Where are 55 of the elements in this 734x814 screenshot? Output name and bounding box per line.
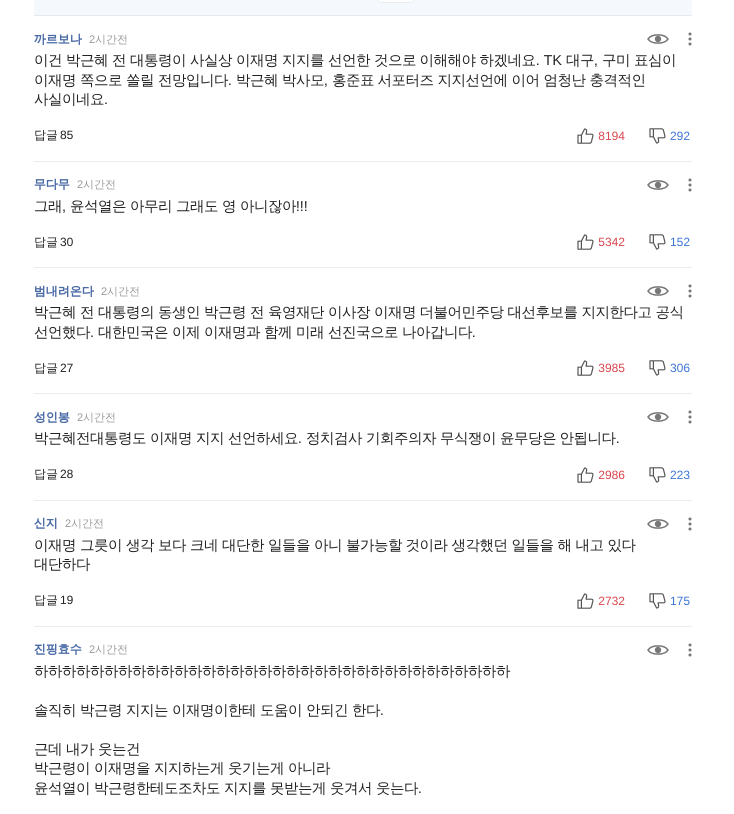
dislike-button[interactable]: 175	[648, 592, 690, 608]
comment-time: 2시간전	[77, 410, 116, 424]
author-name[interactable]: 신지	[34, 515, 58, 532]
thumbs-down-icon	[648, 466, 666, 482]
reply-button[interactable]: 답글 27	[34, 360, 74, 376]
like-button[interactable]: 2986	[577, 466, 625, 482]
author-name[interactable]: 까르보나	[34, 30, 82, 48]
eye-icon[interactable]	[647, 410, 669, 424]
comment-time: 2시간전	[89, 643, 128, 657]
more-icon[interactable]	[688, 284, 692, 298]
author-name[interactable]: 무다무	[34, 176, 70, 193]
thumbs-up-icon	[577, 128, 594, 144]
author-name[interactable]: 성인봉	[34, 408, 70, 426]
eye-icon[interactable]	[647, 642, 669, 656]
thumbs-down-icon	[648, 360, 666, 376]
eye-icon[interactable]	[647, 284, 669, 298]
more-icon[interactable]	[688, 516, 692, 530]
thumbs-up-icon	[577, 466, 594, 482]
dislike-button[interactable]: 152	[648, 234, 690, 250]
comment-text: 하하하하하하하하하하하하하하하하하하하하하하하하하하하하하하하하하하 솔직히 박근령 지지는 이재명이한테 도움이 안되긴 한다. 근데 내가 웃는건 박근령이 이재명을 지지하는게 웃기는게 아니라 윤석열이 박근령한테도조차도 지지를 못받는게 웃겨서 웃는다.	[34, 662, 512, 798]
thumbs-down-icon	[648, 592, 666, 608]
reply-button[interactable]: 답글 19	[34, 592, 74, 609]
reply-button[interactable]: 답글 85	[34, 127, 74, 144]
comment-text: 박근혜전대통령도 이재명 지지 선언하세요. 정치검사 기회주의자 무식쟁이 윤무당은 안됩니다.	[34, 430, 621, 449]
like-button[interactable]: 8194	[577, 128, 625, 144]
like-button[interactable]: 5342	[577, 234, 625, 250]
more-icon[interactable]	[688, 642, 692, 656]
more-icon[interactable]	[688, 410, 692, 424]
thumbs-up-icon	[577, 234, 594, 250]
comment-time: 2시간전	[65, 517, 104, 531]
eye-icon[interactable]	[647, 516, 669, 530]
eye-icon[interactable]	[647, 32, 669, 46]
comment-time: 2시간전	[101, 284, 140, 298]
thumbs-down-icon	[648, 128, 666, 144]
comment-time: 2시간전	[77, 178, 116, 192]
thumbs-down-icon	[648, 234, 666, 250]
like-button[interactable]: 2732	[577, 592, 625, 608]
reply-button[interactable]: 답글 28	[34, 466, 74, 483]
like-button[interactable]: 3985	[577, 360, 625, 376]
thumbs-up-icon	[577, 360, 594, 376]
author-name[interactable]: 범내려온다	[34, 282, 94, 300]
comment-time: 2시간전	[89, 32, 128, 46]
dislike-button[interactable]: 292	[648, 128, 690, 144]
comment-text: 이건 박근혜 전 대통령이 사실상 이재명 지지를 선언한 것으로 이해해야 하겠네요. TK 대구, 구미 표심이 이재명 쪽으로 쏠릴 전망입니다. 박근혜 박사모, 홍준표 서포터즈 지지선언에 이어 엄청난 충격적인 사실이네요.	[34, 52, 677, 110]
more-icon[interactable]	[688, 178, 692, 192]
eye-icon[interactable]	[647, 178, 669, 192]
comment-text: 박근혜 전 대통령의 동생인 박근령 전 육영재단 이사장 이재명 더불어민주당 대선후보를 지지한다고 공식 선언했다. 대한민국은 이제 이재명과 함께 미래 선진국으로 나아갑니다.	[34, 304, 685, 342]
comment-text: 이재명 그릇이 생각 보다 크네 대단한 일들을 아니 불가능할 것이라 생각했던 일들을 해 내고 있다 대단하다	[34, 536, 637, 575]
reply-button[interactable]: 답글 30	[34, 234, 74, 250]
thumbs-up-icon	[577, 592, 594, 608]
author-name[interactable]: 진핑효수	[34, 641, 82, 658]
more-icon[interactable]	[688, 32, 692, 46]
dislike-button[interactable]: 223	[648, 466, 690, 482]
dislike-button[interactable]: 306	[648, 360, 690, 376]
comment-text: 그래, 윤석열은 아무리 그래도 영 아니잖아!!!	[34, 198, 309, 216]
